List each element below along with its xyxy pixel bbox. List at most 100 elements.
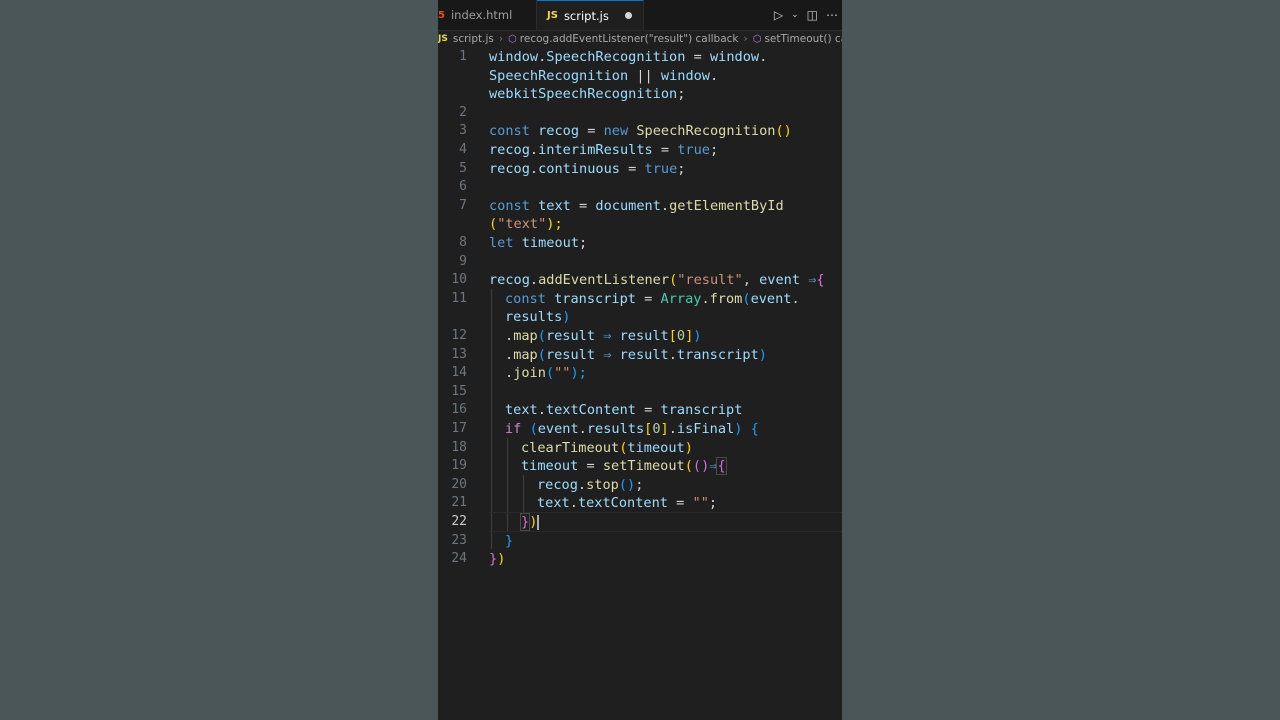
line-number: 1	[459, 49, 467, 64]
token: window	[660, 67, 710, 84]
code-text: window.SpeechRecognition = window.	[489, 48, 767, 67]
line-number: 16	[451, 402, 467, 418]
code-line: 14 .join("");	[438, 364, 842, 383]
tab-label: script.js	[563, 8, 609, 23]
token: text	[505, 402, 538, 419]
token: }	[519, 513, 531, 531]
token: from	[709, 290, 743, 307]
token: ;	[579, 235, 588, 251]
code-line: 15	[438, 383, 842, 402]
token: {	[816, 272, 825, 289]
token: )	[529, 514, 538, 530]
token: event	[537, 421, 579, 437]
code-line: 19 timeout = setTimeout(()⇒{	[438, 457, 842, 476]
code-text: const transcript = Array.from(event.	[505, 290, 800, 309]
tab-script-js[interactable]: JS script.js	[537, 0, 644, 30]
token: )	[758, 346, 767, 363]
code-line: 2	[438, 104, 842, 123]
breadcrumb-callback[interactable]: recog.addEventListener("result") callbac…	[520, 33, 739, 45]
code-text: .map(result ⇒ result[0])	[505, 327, 701, 346]
token: .	[529, 160, 539, 177]
token: setTimeout	[602, 458, 685, 475]
split-editor-icon[interactable]: ◫	[807, 8, 818, 22]
more-actions-icon[interactable]: ⋯	[826, 8, 838, 22]
token: true	[644, 160, 678, 177]
token: 0	[652, 421, 661, 437]
token: ⇒	[800, 272, 817, 289]
code-line: 13 .map(result ⇒ result.transcript)	[438, 346, 842, 365]
token: (	[684, 458, 693, 475]
token: (	[529, 421, 538, 437]
code-line: 5 recog.continuous = true;	[438, 160, 842, 179]
token: window	[489, 49, 539, 65]
token: recog	[489, 142, 530, 158]
code-text: if (event.results[0].isFinal) {	[505, 420, 759, 439]
token: .	[578, 421, 587, 437]
token: addEventListener	[538, 272, 670, 289]
code-text: })	[489, 550, 505, 569]
token: continuous	[538, 160, 620, 177]
code-editor[interactable]: 1 window. SpeechRecognition = window. Spe…	[438, 47, 842, 720]
token: ()	[692, 458, 710, 475]
line-number: 24	[451, 551, 467, 567]
token: =	[570, 197, 596, 214]
js-file-icon: JS	[438, 34, 448, 44]
token: )	[562, 309, 571, 326]
token: .	[668, 421, 677, 437]
token: results	[586, 421, 645, 437]
token: .	[529, 272, 539, 289]
token: }	[505, 532, 514, 549]
token: map	[513, 328, 538, 344]
code-line: 12 .map(result ⇒ result[0])	[438, 327, 842, 346]
token: ||	[628, 67, 661, 84]
token: =	[579, 123, 604, 140]
token: =	[619, 160, 645, 177]
code-line: 17 if (event.results[0].isFinal) {	[438, 420, 842, 439]
code-text: let timeout;	[489, 234, 587, 253]
editor-window: 5 index.html JS script.js ▷ ⌄ ◫ ⋯ JS scr…	[438, 0, 842, 720]
line-number: 11	[451, 290, 467, 306]
breadcrumb-file[interactable]: script.js	[453, 33, 494, 45]
token: const	[505, 290, 546, 307]
code-text: webkitSpeechRecognition;	[489, 85, 685, 104]
line-number: 3	[459, 123, 467, 139]
run-icon[interactable]: ▷	[774, 8, 783, 22]
token: )	[693, 328, 702, 344]
token: const	[489, 197, 530, 214]
code-line-wrap: results)	[438, 308, 842, 327]
token: [	[668, 328, 677, 344]
line-number: 23	[451, 532, 467, 548]
tab-label: index.html	[450, 8, 513, 22]
token: getElementById	[669, 197, 784, 214]
token: ⇒	[595, 346, 620, 363]
token: ]	[660, 421, 669, 437]
code-text: const recog = new SpeechRecognition()	[489, 122, 792, 141]
token: "result"	[677, 272, 743, 289]
token: .	[529, 142, 539, 158]
line-number: 14	[451, 365, 467, 381]
token: recog	[489, 272, 530, 289]
line-number: 21	[451, 495, 467, 511]
code-text: ("text");	[489, 215, 563, 234]
token: map	[513, 346, 538, 363]
code-text: recog.addEventListener("result", event ⇒…	[489, 271, 825, 290]
tab-index-html[interactable]: 5 index.html	[438, 0, 537, 30]
token: true	[677, 142, 710, 158]
token: (	[545, 365, 555, 382]
token: .	[668, 346, 677, 363]
chevron-down-icon[interactable]: ⌄	[791, 10, 799, 20]
code-line-current: 22 })	[438, 513, 842, 532]
breadcrumb-settimeout[interactable]: setTimeout() callback	[764, 33, 842, 45]
unsaved-dot-icon[interactable]	[624, 12, 632, 19]
line-number: 7	[459, 197, 467, 213]
token: if	[505, 421, 522, 437]
token: 0	[676, 328, 686, 344]
token: transcript	[554, 290, 636, 307]
token: stop	[586, 476, 619, 493]
token: .	[537, 402, 546, 419]
token: transcript	[676, 346, 759, 363]
